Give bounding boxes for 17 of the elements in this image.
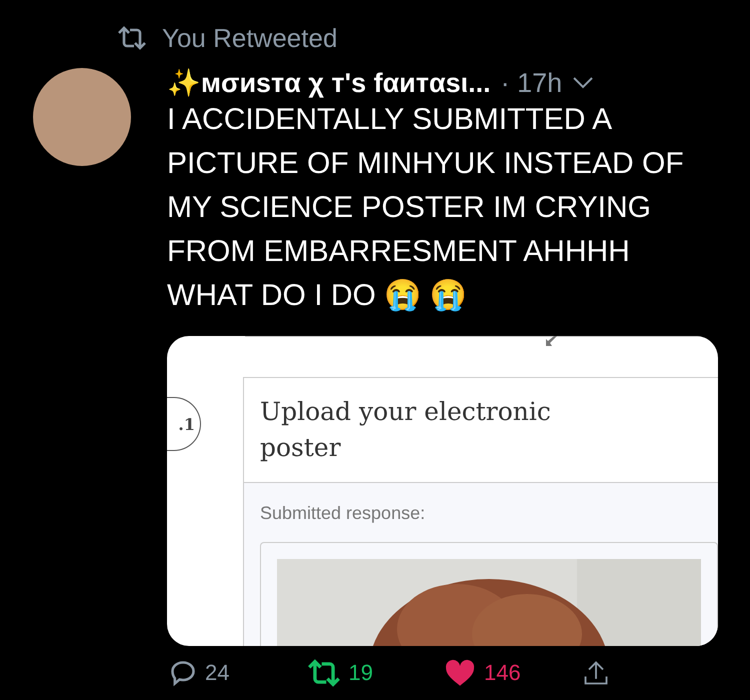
response-label: Submitted response:	[260, 503, 426, 524]
chevron-down-icon[interactable]	[572, 76, 594, 90]
question-number: .1	[167, 397, 201, 451]
reply-icon	[169, 659, 197, 687]
share-icon	[582, 659, 610, 687]
heart-icon	[444, 659, 476, 687]
tweet-text: I ACCIDENTALLY SUBMITTED A PICTURE OF MINHYUK INSTEAD OF MY SCIENCE POSTER IM CRYING FROM EMBARRESMENT AHHHH WHAT DO I DO 😭 😭	[167, 102, 685, 314]
like-button[interactable]: 146	[444, 658, 582, 688]
author-name[interactable]: ✨мσиѕтα χ т's fαитαѕι...	[167, 67, 491, 99]
resize-arrow-icon	[546, 336, 558, 346]
retweet-icon	[306, 659, 340, 687]
retweet-icon	[116, 26, 148, 50]
tweet-time: · 17h	[500, 68, 562, 98]
attached-screenshot[interactable]: .1 Upload your electronic poster Submitted response:	[167, 336, 718, 646]
retweet-button[interactable]: 19	[306, 658, 444, 688]
reply-button[interactable]: 24	[169, 658, 306, 688]
retweet-context: You Retweeted	[162, 22, 338, 54]
